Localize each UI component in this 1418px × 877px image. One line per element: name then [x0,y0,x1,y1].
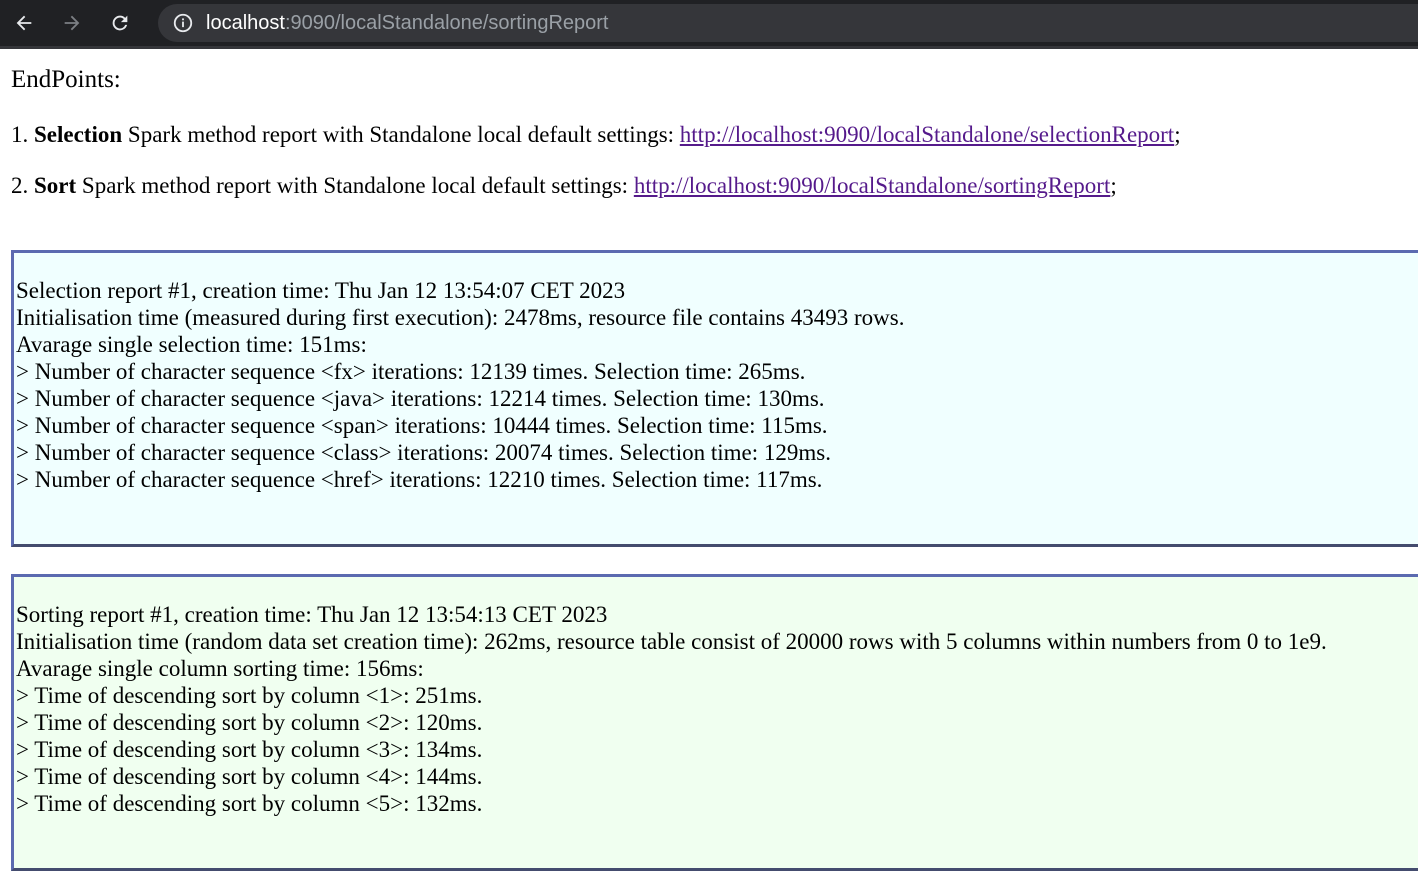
report-line: > Time of descending sort by column <2>:… [16,710,483,735]
report-line: Initialisation time (random data set cre… [16,629,1327,654]
report-line: Avarage single selection time: 151ms: [16,332,367,357]
sorting-report-box: Sorting report #1, creation time: Thu Ja… [11,574,1418,871]
url-path: :9090/localStandalone/sortingReport [284,11,609,34]
endpoint-item-sort: 2. Sort Spark method report with Standal… [11,172,1418,200]
reload-button[interactable] [96,0,144,46]
endpoint-suffix: ; [1174,122,1181,147]
report-line: > Number of character sequence <class> i… [16,440,831,465]
endpoint-description: Spark method report with Standalone loca… [122,122,680,147]
endpoint-suffix: ; [1110,173,1117,198]
endpoint-number: 1. [11,122,29,147]
selection-report-link[interactable]: http://localhost:9090/localStandalone/se… [680,122,1174,147]
report-line: > Number of character sequence <java> it… [16,386,825,411]
report-line: > Number of character sequence <href> it… [16,467,823,492]
endpoint-description: Spark method report with Standalone loca… [76,173,634,198]
endpoints-title: EndPoints: [11,66,121,93]
forward-button[interactable] [48,0,96,46]
endpoint-item-selection: 1. Selection Spark method report with St… [11,121,1418,149]
endpoint-name: Selection [34,122,123,147]
browser-toolbar: localhost:9090/localStandalone/sortingRe… [0,0,1418,49]
report-line: > Number of character sequence <fx> iter… [16,359,806,384]
report-line: > Number of character sequence <span> it… [16,413,828,438]
url-host: localhost [206,11,285,34]
report-line: > Time of descending sort by column <4>:… [16,764,483,789]
report-line: > Time of descending sort by column <5>:… [16,791,483,816]
endpoint-number: 2. [11,173,29,198]
back-button[interactable] [0,0,48,46]
report-line: Initialisation time (measured during fir… [16,305,905,330]
report-line: > Time of descending sort by column <1>:… [16,683,483,708]
sorting-report-link[interactable]: http://localhost:9090/localStandalone/so… [634,173,1111,198]
endpoint-name: Sort [34,173,77,198]
arrow-left-icon [16,15,32,31]
address-bar[interactable]: localhost:9090/localStandalone/sortingRe… [158,4,1418,42]
page-content: EndPoints: 1. Selection Spark method rep… [0,65,1418,871]
info-icon[interactable] [172,12,194,34]
sorting-report-header: Sorting report #1, creation time: Thu Ja… [16,602,608,627]
selection-report-box: Selection report #1, creation time: Thu … [11,250,1418,547]
arrow-right-icon [64,15,80,31]
report-line: > Time of descending sort by column <3>:… [16,737,483,762]
reload-icon [112,15,128,31]
selection-report-header: Selection report #1, creation time: Thu … [16,278,626,303]
report-line: Avarage single column sorting time: 156m… [16,656,424,681]
